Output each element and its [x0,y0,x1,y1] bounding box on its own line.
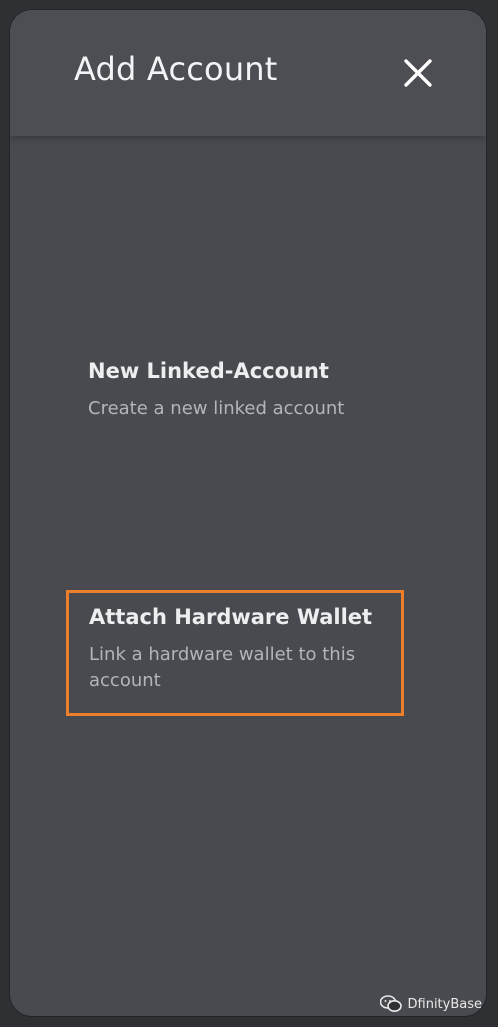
option-title: New Linked-Account [88,359,329,383]
option-title: Attach Hardware Wallet [89,605,373,629]
close-icon [404,59,432,87]
modal-header: Add Account [10,10,486,136]
watermark: DfinityBase [379,995,483,1013]
modal-title: Add Account [74,50,278,88]
option-description: Link a hardware wallet to this account [89,644,356,692]
wechat-icon [379,995,402,1012]
attach-hardware-wallet-option[interactable]: Attach Hardware Wallet Link a hardware w… [66,590,404,716]
new-linked-account-option[interactable]: New Linked-Account Create a new linked a… [66,349,404,432]
close-button[interactable] [400,55,436,91]
add-account-modal: Add Account New Linked-Account Create a … [10,10,486,1016]
watermark-text: DfinityBase [407,996,483,1012]
option-description: Create a new linked account [88,398,345,420]
